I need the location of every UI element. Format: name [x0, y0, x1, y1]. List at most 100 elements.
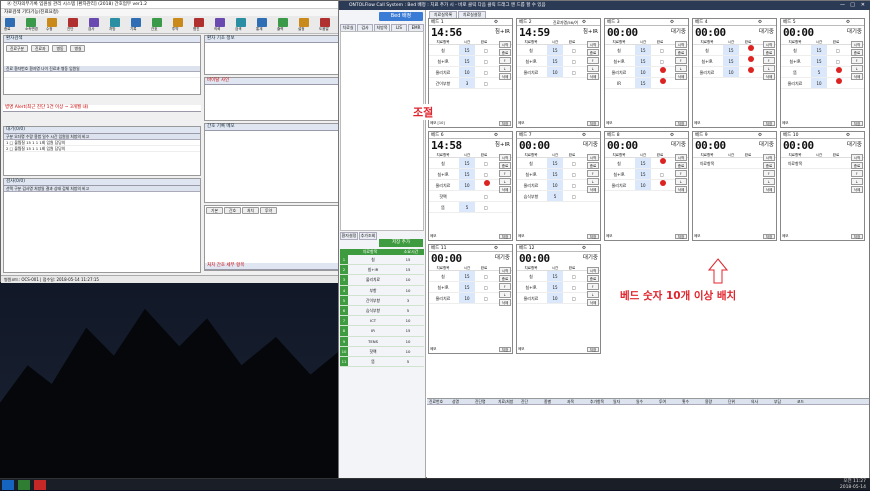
order-row[interactable]: 2 □ 물찜질 15 1 1 1회 입원 담당의: [4, 146, 200, 152]
toolbar-label[interactable]: 기록: [130, 27, 136, 32]
done-indicator-icon[interactable]: [484, 180, 490, 186]
care-tab[interactable]: 간호: [224, 207, 241, 214]
start-icon[interactable]: [2, 480, 14, 490]
treatment-row[interactable]: 7 ICT 10: [340, 316, 424, 327]
bed-name[interactable]: 베드 1 ⚙: [429, 19, 512, 26]
bed-settings-icon[interactable]: ⚙: [846, 19, 850, 26]
toolbar-label[interactable]: 검사: [88, 27, 94, 32]
bed-card[interactable]: 베드 10 ⚙ 00:00 대기중 치료항목 시간 완료 치료항목 시작 종료 ↑ ↓ 삭제 메모 저장: [780, 131, 865, 241]
bed-settings-icon[interactable]: ⚙: [494, 19, 498, 26]
bed-side-button[interactable]: 삭제: [587, 299, 599, 306]
bed-name[interactable]: 베드 3 ⚙: [605, 19, 688, 26]
treatment-row[interactable]: 6 습식부항 5: [340, 306, 424, 317]
bed-side-button[interactable]: ↓: [499, 178, 511, 185]
done-indicator-icon[interactable]: [748, 67, 754, 73]
treatment-row[interactable]: 3 물리치료 10: [340, 275, 424, 286]
treatment-row[interactable]: 9 TENS 10: [340, 336, 424, 347]
bed-side-button[interactable]: 종료: [499, 275, 511, 282]
save-add-button[interactable]: 저장 추가: [379, 239, 423, 247]
bed-side-button[interactable]: ↓: [675, 65, 687, 72]
toolbar-icon[interactable]: [173, 18, 183, 27]
checkbox-icon[interactable]: □: [572, 45, 576, 56]
bed-side-button[interactable]: 종료: [763, 162, 775, 169]
bed-side-button[interactable]: 시작: [851, 41, 863, 48]
bed-side-button[interactable]: 종료: [763, 49, 775, 56]
minimize-icon[interactable]: —: [840, 1, 845, 10]
bed-save-button[interactable]: 저장: [763, 234, 775, 239]
care-tab[interactable]: 투약: [260, 207, 277, 214]
ehr-menu-bar[interactable]: 자료검색 기타기능(진료요청): [1, 9, 346, 16]
app-icon[interactable]: [18, 480, 30, 490]
patient-list-row[interactable]: [4, 72, 200, 78]
bed-save-button[interactable]: 저장: [587, 234, 599, 239]
bed-side-button[interactable]: 시작: [675, 41, 687, 48]
checkbox-icon[interactable]: □: [572, 282, 576, 293]
bed-side-button[interactable]: ↓: [851, 178, 863, 185]
bed-memo[interactable]: 메모: [430, 234, 436, 239]
checkbox-icon[interactable]: □: [660, 45, 664, 56]
toolbar-label[interactable]: 출력: [277, 27, 283, 32]
bed-save-button[interactable]: 저장: [587, 347, 599, 352]
bed-memo[interactable]: 메모: [606, 234, 612, 239]
maximize-icon[interactable]: □: [850, 1, 855, 10]
toolbar-label[interactable]: 처방: [109, 27, 115, 32]
done-indicator-icon[interactable]: [748, 56, 754, 62]
bed-side-button[interactable]: ↑: [763, 170, 775, 177]
treatment-row[interactable]: 10 핫팩 10: [340, 346, 424, 358]
bed-side-button[interactable]: 삭제: [587, 186, 599, 193]
bed-settings-icon[interactable]: ⚙: [582, 245, 586, 252]
care-tab[interactable]: 처치: [242, 207, 259, 214]
toolbar-icon[interactable]: [5, 18, 15, 27]
treatment-row[interactable]: 11 뜸 5: [340, 357, 424, 368]
close-icon[interactable]: ✕: [861, 1, 865, 10]
care-tab[interactable]: 기본: [206, 207, 223, 214]
bed-side-button[interactable]: 시작: [499, 154, 511, 161]
bed-memo[interactable]: 메모: [782, 121, 788, 126]
checkbox-icon[interactable]: □: [484, 293, 488, 304]
patient-field[interactable]: 병동: [52, 45, 68, 52]
done-indicator-icon[interactable]: [660, 67, 666, 73]
bed-side-button[interactable]: 종료: [851, 162, 863, 169]
bed-save-button[interactable]: 저장: [675, 234, 687, 239]
toolbar-label[interactable]: 의뢰: [214, 27, 220, 32]
bed-card[interactable]: 베드 12 ⚙ 00:00 대기중 치료항목 시간 완료 침 15 □ 침+IR 15 □ 물리치료 10 □…: [516, 244, 601, 354]
bed-memo[interactable]: 메모 [10]: [430, 121, 445, 126]
checkbox-icon[interactable]: □: [484, 56, 488, 67]
bed-side-button[interactable]: 삭제: [675, 73, 687, 80]
bed-card[interactable]: 베드 8 ⚙ 00:00 대기중 치료항목 시간 완료 침 15 침+IR 15 □ 물리치료 10 시작 종…: [604, 131, 689, 241]
bed-name[interactable]: 베드 9 ⚙: [693, 132, 776, 139]
bed-side-button[interactable]: ↓: [587, 65, 599, 72]
treatment-row[interactable]: 5 간이부항 3: [340, 295, 424, 307]
bed-side-button[interactable]: ↑: [851, 170, 863, 177]
checkbox-icon[interactable]: □: [836, 56, 840, 67]
toolbar-icon[interactable]: [131, 18, 141, 27]
bed-side-button[interactable]: ↓: [763, 178, 775, 185]
toolbar-icon[interactable]: [236, 18, 246, 27]
toolbar-icon[interactable]: [320, 18, 330, 27]
treatment-row[interactable]: 2 침+IR 15: [340, 265, 424, 276]
checkbox-icon[interactable]: □: [660, 56, 664, 67]
done-indicator-icon[interactable]: [660, 158, 666, 164]
checkbox-icon[interactable]: □: [572, 56, 576, 67]
sidebar-bottom-tab[interactable]: 환자설정: [340, 232, 358, 240]
checkbox-icon[interactable]: □: [572, 67, 576, 78]
bed-memo[interactable]: 메모: [518, 234, 524, 239]
toolbar-label[interactable]: 소속변경: [25, 27, 38, 32]
toolbar-label[interactable]: 수정: [46, 27, 52, 32]
bed-side-button[interactable]: 시작: [587, 41, 599, 48]
bed-memo[interactable]: 메모: [518, 121, 524, 126]
patient-field[interactable]: 진료과: [30, 45, 50, 52]
bed-card[interactable]: 베드 9 ⚙ 00:00 대기중 치료항목 시간 완료 치료항목 시작 종료 ↑ ↓ 삭제 메모 저장: [692, 131, 777, 241]
bed-name[interactable]: 베드 6 ⚙: [429, 132, 512, 139]
bed-settings-icon[interactable]: ⚙: [582, 19, 586, 26]
toolbar-label[interactable]: 설정: [298, 27, 304, 32]
bed-side-button[interactable]: 삭제: [499, 186, 511, 193]
checkbox-icon[interactable]: □: [484, 282, 488, 293]
checkbox-icon[interactable]: □: [484, 45, 488, 56]
bed-side-button[interactable]: 시작: [763, 41, 775, 48]
checkbox-icon[interactable]: □: [572, 180, 576, 191]
bed-side-button[interactable]: ↑: [675, 57, 687, 64]
bed-save-button[interactable]: 저장: [499, 347, 511, 352]
bed-card[interactable]: 베드 5 ⚙ 00:00 대기중 치료항목 시간 완료 침 15 □ 침+IR 15 □ 뜸 5 물리치료 10…: [780, 18, 865, 128]
bed-side-button[interactable]: 시작: [675, 154, 687, 161]
